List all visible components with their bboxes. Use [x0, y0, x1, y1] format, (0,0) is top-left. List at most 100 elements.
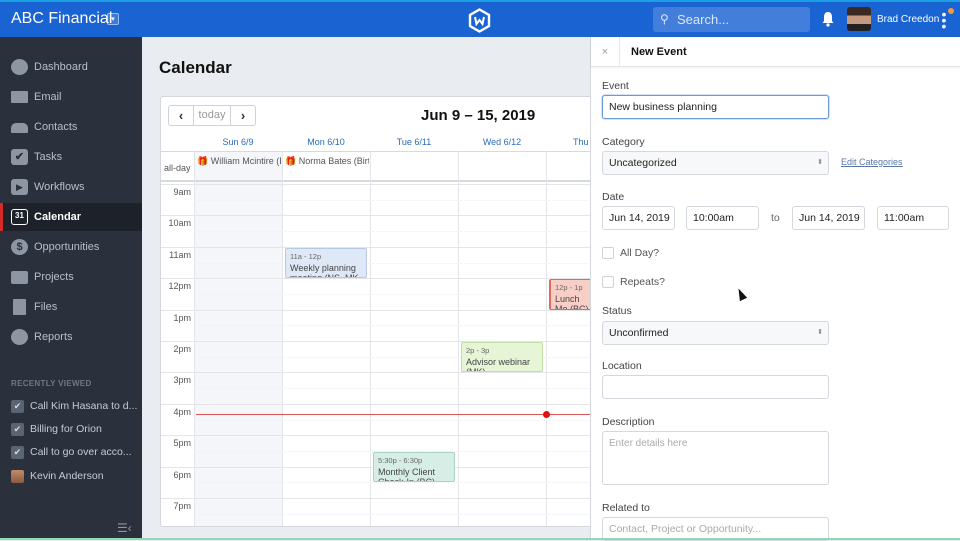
day-header[interactable]: Mon 6/10: [282, 137, 370, 147]
calendar-event[interactable]: 5:30p - 6:30p Monthly Client Check-In (BC…: [373, 451, 455, 483]
briefcase-icon: [11, 271, 28, 284]
hour-label: 10am: [168, 218, 191, 229]
select-arrows-icon: ⬍: [817, 159, 823, 166]
event-name-input[interactable]: New business planning: [602, 95, 829, 119]
check-icon: ✔: [11, 446, 24, 459]
hour-label: 5pm: [173, 438, 191, 449]
hour-line: [161, 498, 599, 499]
half-hour-line: [194, 293, 599, 295]
recent-item[interactable]: Kevin Anderson: [0, 467, 142, 487]
allday-event[interactable]: 🎁 William Mcintire (B: [197, 156, 281, 167]
main-content: Calendar ‹ today › Jun 9 – 15, 2019 Sun …: [142, 37, 600, 540]
day-header[interactable]: Wed 6/12: [458, 137, 546, 147]
category-label: Category: [602, 136, 645, 148]
recent-item[interactable]: ✔ Call Kim Hasana to d...: [0, 397, 142, 417]
column-divider: [458, 151, 459, 526]
brand-name[interactable]: ABC Financial: [11, 10, 112, 28]
calendar-event[interactable]: 2p - 3p Advisor webinar (MK): [461, 342, 543, 373]
sidebar-item-opportunities[interactable]: $ Opportunities: [0, 233, 142, 261]
panel-title: New Event: [631, 46, 687, 58]
half-hour-line: [194, 199, 599, 201]
calendar-event[interactable]: 11a - 12p Weekly planning meeting (NS, MK: [285, 247, 367, 279]
all-day-checkbox[interactable]: [602, 247, 614, 259]
day-header[interactable]: Sun 6/9: [194, 137, 282, 147]
status-value: Unconfirmed: [609, 327, 669, 339]
sidebar-item-label: Calendar: [34, 211, 82, 223]
chevron-down-icon[interactable]: ▾: [107, 13, 119, 25]
files-icon: [13, 299, 26, 315]
sidebar-item-tasks[interactable]: ✔ Tasks: [0, 143, 142, 171]
today-button[interactable]: today: [193, 106, 231, 125]
sidebar-item-calendar[interactable]: 31 Calendar: [0, 203, 142, 231]
page-title: Calendar: [159, 58, 232, 77]
calendar-grid[interactable]: all-day 🎁 William Mcintire (B 🎁 Norma Ba…: [161, 151, 599, 526]
hour-line: [161, 184, 599, 185]
start-time-input[interactable]: 10:00am: [686, 206, 759, 230]
event-title: Weekly planning meeting (NS, MK: [290, 262, 359, 279]
recent-item[interactable]: ✔ Call to go over acco...: [0, 443, 142, 463]
start-date-input[interactable]: Jun 14, 2019: [602, 206, 675, 230]
recent-item[interactable]: ✔ Billing for Orion: [0, 420, 142, 440]
recent-item-label: Billing for Orion: [30, 423, 102, 435]
sidebar-item-dashboard[interactable]: Dashboard: [0, 53, 142, 81]
hexagon-w-logo-icon[interactable]: [467, 8, 492, 33]
allday-label: all-day: [164, 163, 191, 173]
sidebar-item-label: Contacts: [34, 121, 78, 133]
event-time: 12p - 1p: [555, 283, 583, 293]
status-select[interactable]: Unconfirmed ⬍: [602, 321, 829, 345]
column-divider: [546, 151, 547, 526]
user-name[interactable]: Brad Creedon: [877, 14, 939, 25]
bell-icon[interactable]: [821, 11, 835, 27]
prev-week-button[interactable]: ‹: [169, 106, 193, 125]
allday-row: all-day 🎁 William Mcintire (B 🎁 Norma Ba…: [161, 151, 599, 182]
repeats-label[interactable]: Repeats?: [620, 276, 665, 288]
collapse-sidebar-icon[interactable]: ☰‹: [117, 521, 132, 535]
next-week-button[interactable]: ›: [231, 106, 255, 125]
select-arrows-icon: ⬍: [817, 329, 823, 336]
play-icon: ▶: [11, 179, 28, 195]
edit-categories-link[interactable]: Edit Categories: [841, 157, 903, 167]
hour-line: [161, 309, 599, 311]
sidebar-item-files[interactable]: Files: [0, 293, 142, 321]
close-icon[interactable]: ×: [591, 37, 620, 67]
all-day-label[interactable]: All Day?: [620, 247, 659, 259]
hour-label: 1pm: [173, 312, 191, 323]
sidebar-item-label: Tasks: [34, 151, 63, 163]
user-avatar[interactable]: [847, 7, 871, 31]
repeats-checkbox[interactable]: [602, 276, 614, 288]
panel-header: × New Event: [591, 37, 960, 67]
search-input[interactable]: ⚲ Search...: [653, 7, 810, 32]
calendar-icon: 31: [11, 209, 28, 225]
half-hour-line: [194, 388, 599, 390]
sidebar-item-workflows[interactable]: ▶ Workflows: [0, 173, 142, 201]
end-date-input[interactable]: Jun 14, 2019: [792, 206, 865, 230]
column-divider: [282, 151, 283, 526]
location-input[interactable]: [602, 375, 829, 399]
category-select[interactable]: Uncategorized ⬍: [602, 151, 829, 175]
top-bar: ABC Financial ▾ ⚲ Search... Brad Creedon…: [0, 0, 960, 37]
recently-viewed-title: RECENTLY VIEWED: [11, 379, 92, 388]
event-label: Event: [602, 80, 629, 92]
sidebar-item-projects[interactable]: Projects: [0, 263, 142, 291]
kebab-menu-icon[interactable]: • • •: [941, 7, 947, 33]
sidebar-item-reports[interactable]: Reports: [0, 323, 142, 351]
day-header[interactable]: Tue 6/11: [370, 137, 458, 147]
half-hour-line: [194, 419, 599, 421]
end-time-input[interactable]: 11:00am: [877, 206, 949, 230]
today-column-shade: [194, 151, 282, 526]
column-divider: [370, 151, 371, 526]
sidebar-item-label: Workflows: [34, 181, 85, 193]
related-to-placeholder: Contact, Project or Opportunity...: [609, 523, 762, 535]
sidebar-item-email[interactable]: Email: [0, 83, 142, 111]
contact-avatar: [11, 470, 24, 483]
checkbox-icon: ✔: [11, 149, 28, 165]
description-label: Description: [602, 416, 655, 428]
sidebar-item-contacts[interactable]: Contacts: [0, 113, 142, 141]
description-textarea[interactable]: Enter details here: [602, 431, 829, 485]
half-hour-line: [194, 513, 599, 515]
related-to-label: Related to: [602, 502, 650, 514]
half-hour-line: [194, 231, 599, 233]
hour-line: [161, 215, 599, 217]
allday-event[interactable]: 🎁 Norma Bates (Birth: [285, 156, 369, 167]
hour-line: [161, 278, 599, 280]
